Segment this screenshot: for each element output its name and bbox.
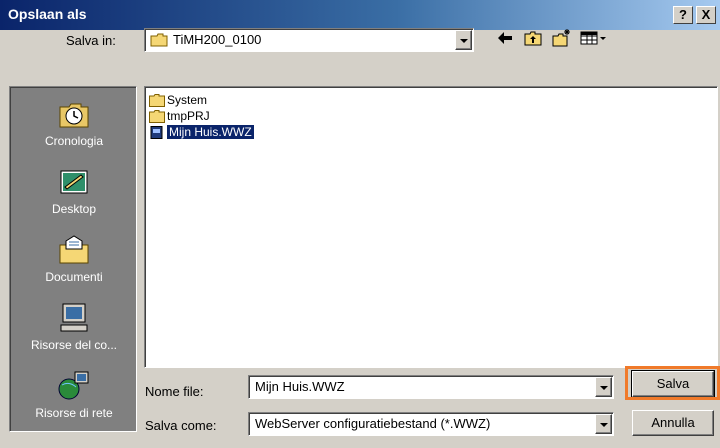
- place-label: Risorse di rete: [35, 406, 113, 420]
- documents-folder-icon: [59, 235, 89, 264]
- up-folder-icon[interactable]: [522, 27, 544, 49]
- filename-label: Nome file:: [145, 384, 204, 399]
- look-in-dropdown[interactable]: TiMH200_0100: [144, 28, 474, 52]
- place-label: Documenti: [45, 270, 103, 284]
- folder-icon: [150, 33, 168, 47]
- save-as-dialog: Opslaan als ? X Salva in: TiMH200_0100 C…: [0, 0, 720, 448]
- place-documenti[interactable]: Documenti: [10, 231, 138, 297]
- back-arrow-icon[interactable]: [494, 27, 516, 49]
- place-label: Risorse del co...: [30, 338, 118, 352]
- place-risorse-computer[interactable]: Risorse del co...: [10, 299, 138, 365]
- view-menu-icon[interactable]: [578, 27, 608, 49]
- history-icon: [59, 103, 89, 128]
- file-name: tmpPRJ: [167, 109, 210, 123]
- help-button[interactable]: ?: [673, 6, 693, 24]
- folder-icon: [149, 93, 165, 107]
- chevron-down-icon[interactable]: [595, 414, 612, 434]
- filename-value: Mijn Huis.WWZ: [255, 379, 345, 394]
- list-item[interactable]: System: [149, 92, 207, 108]
- file-name: Mijn Huis.WWZ: [167, 125, 254, 139]
- new-folder-icon[interactable]: [550, 27, 572, 49]
- place-label: Desktop: [51, 202, 97, 216]
- places-bar: Cronologia Desktop Documenti Risorse del…: [9, 86, 137, 432]
- look-in-label: Salva in:: [66, 33, 116, 48]
- filetype-label: Salva come:: [145, 418, 217, 433]
- file-list[interactable]: System tmpPRJ Mijn Huis.WWZ: [144, 86, 718, 368]
- chevron-down-icon[interactable]: [455, 30, 472, 50]
- filetype-dropdown[interactable]: WebServer configuratiebestand (*.WWZ): [248, 412, 614, 436]
- filetype-value: WebServer configuratiebestand (*.WWZ): [255, 416, 491, 431]
- place-desktop[interactable]: Desktop: [10, 163, 138, 229]
- close-button[interactable]: X: [696, 6, 716, 24]
- my-computer-icon: [60, 303, 88, 332]
- network-places-icon: [58, 371, 89, 400]
- title-bar[interactable]: Opslaan als ? X: [0, 0, 720, 30]
- look-in-value: TiMH200_0100: [173, 32, 262, 47]
- cancel-button[interactable]: Annulla: [632, 410, 714, 436]
- desktop-icon: [60, 170, 88, 194]
- chevron-down-icon[interactable]: [595, 377, 612, 397]
- list-item[interactable]: tmpPRJ: [149, 108, 210, 124]
- place-label: Cronologia: [44, 134, 104, 148]
- place-risorse-rete[interactable]: Risorse di rete: [10, 367, 138, 433]
- file-name: System: [167, 93, 208, 107]
- list-item-selected[interactable]: Mijn Huis.WWZ: [149, 124, 254, 140]
- filename-field[interactable]: Mijn Huis.WWZ: [248, 375, 614, 399]
- folder-icon: [149, 109, 165, 123]
- document-file-icon: [150, 125, 163, 139]
- window-title: Opslaan als: [8, 6, 87, 22]
- save-button-highlight: [625, 366, 720, 400]
- place-cronologia[interactable]: Cronologia: [10, 95, 138, 161]
